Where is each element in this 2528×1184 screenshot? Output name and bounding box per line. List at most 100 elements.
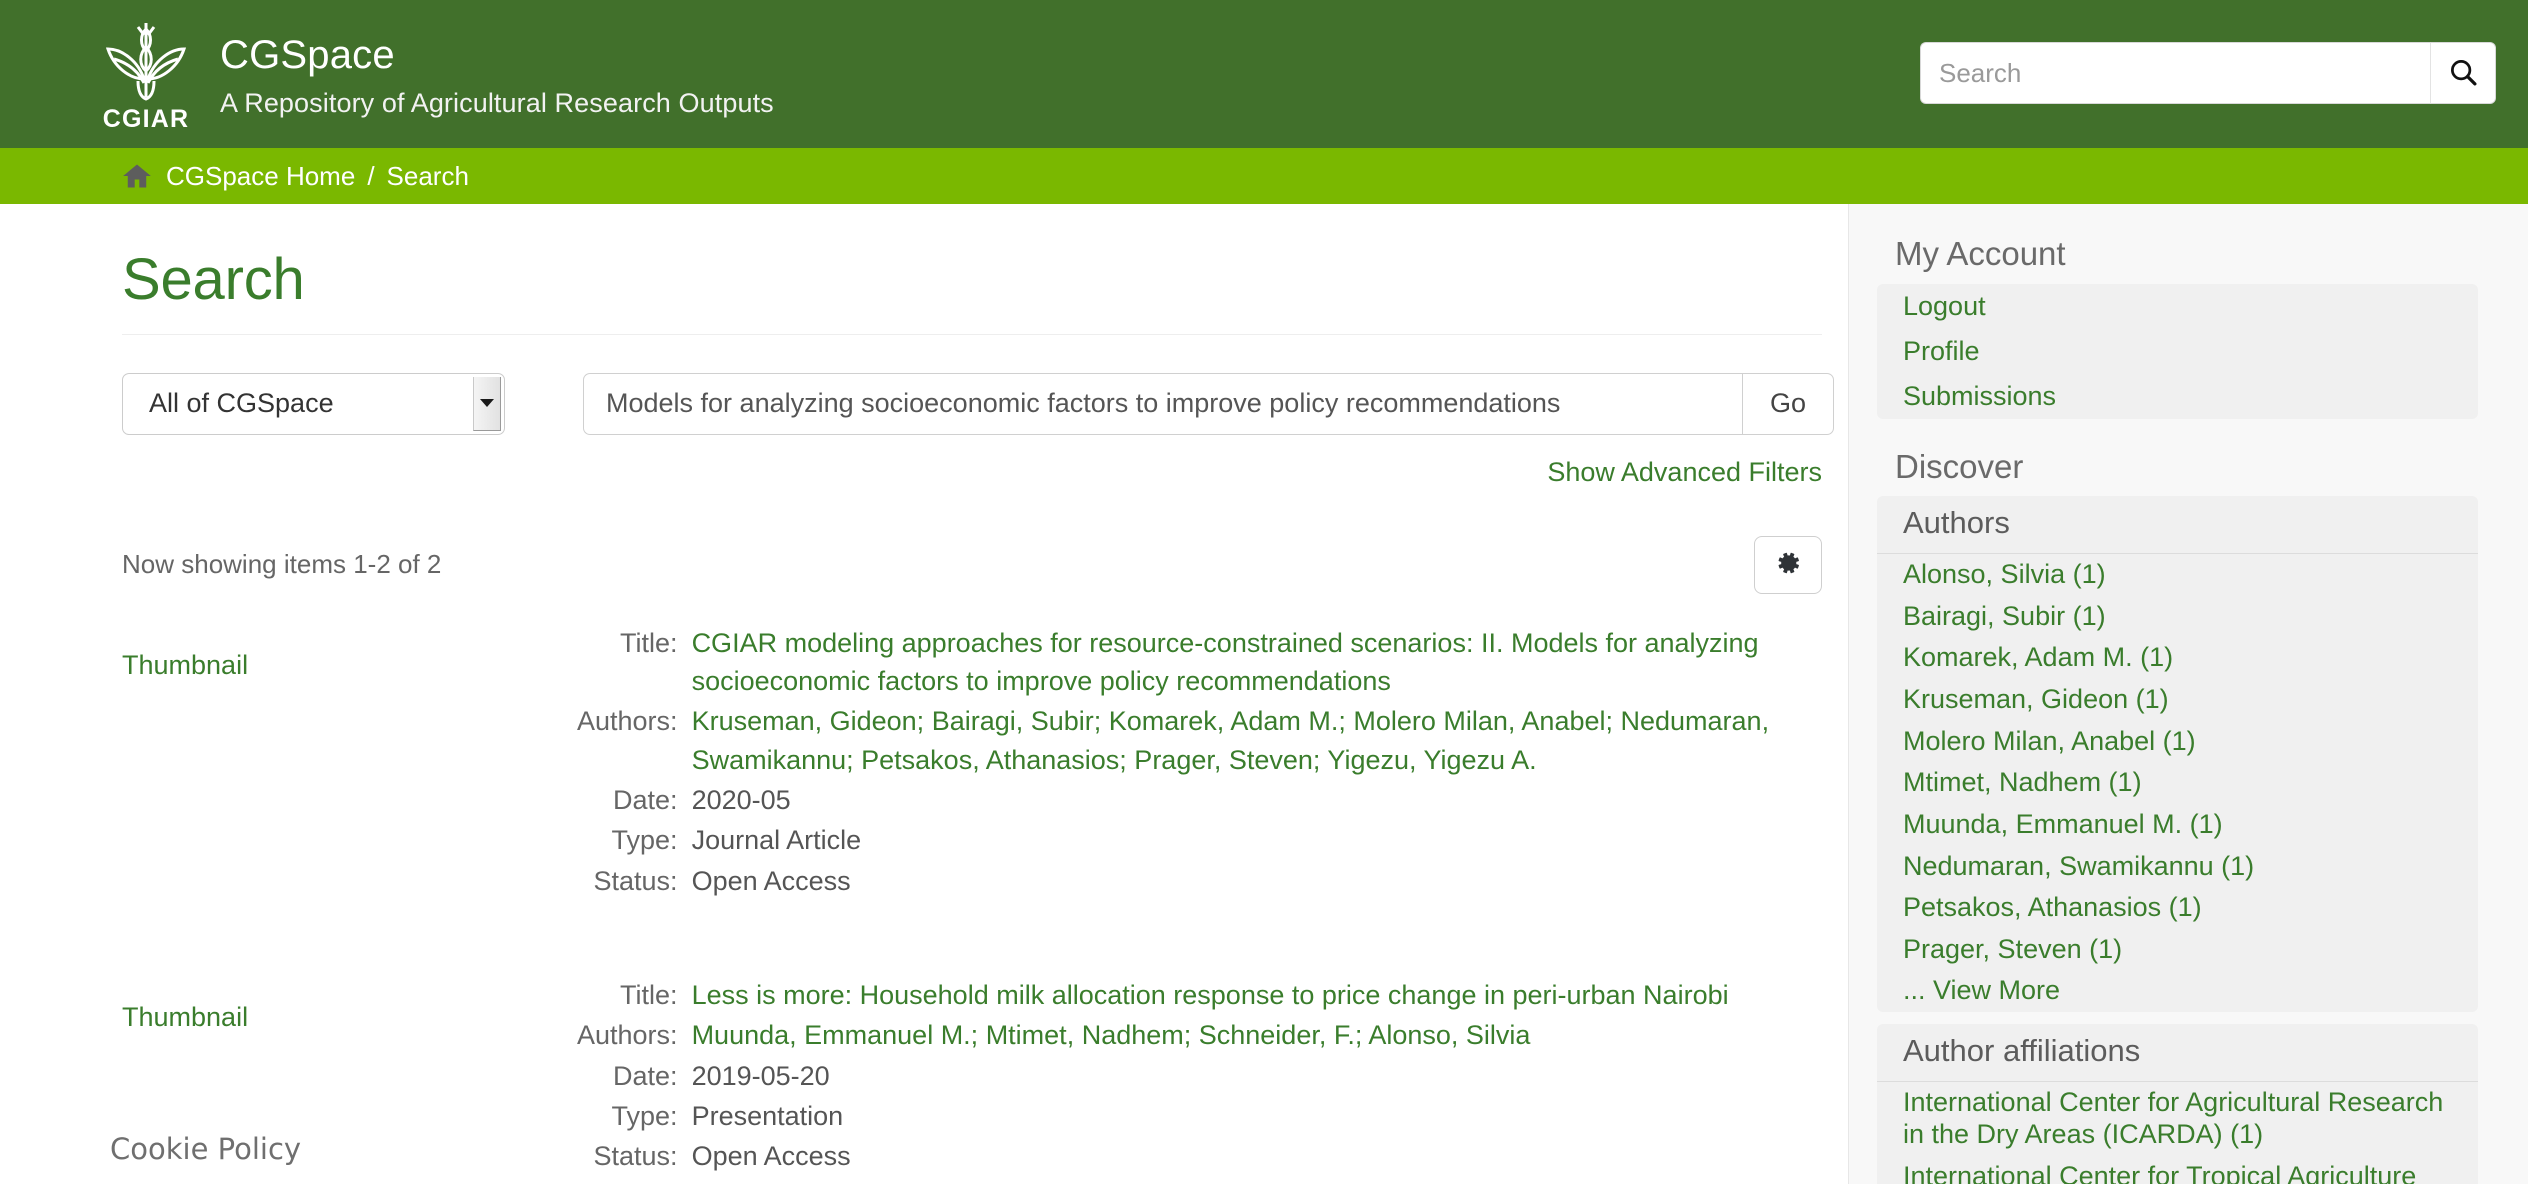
site-header: CGIAR CGSpace A Repository of Agricultur…	[0, 0, 2528, 148]
facet-link-author[interactable]: Molero Milan, Anabel (1)	[1877, 721, 2478, 763]
site-tagline: A Repository of Agricultural Research Ou…	[220, 88, 774, 119]
facet-link-author[interactable]: Nedumaran, Swamikannu (1)	[1877, 846, 2478, 888]
my-account-heading: My Account	[1895, 235, 2066, 272]
facet-item: Alonso, Silvia (1)	[1877, 554, 2478, 596]
results-count-text: Now showing items 1-2 of 2	[122, 549, 442, 580]
cgiar-logo-icon: CGIAR	[90, 16, 202, 132]
metadata-row-authors: Authors: Muunda, Emmanuel M.; Mtimet, Na…	[577, 1016, 1729, 1056]
chevron-down-icon	[473, 376, 501, 431]
facet-item: International Center for Agricultural Re…	[1877, 1082, 2478, 1156]
result-title-link[interactable]: CGIAR modeling approaches for resource-c…	[692, 628, 1759, 696]
sidebar-item-profile[interactable]: Profile	[1877, 329, 2478, 374]
search-scope-value: All of CGSpace	[149, 388, 334, 419]
metadata-value-authors: Kruseman, Gideon; Bairagi, Subir; Komare…	[691, 706, 1770, 775]
header-search-form	[1920, 42, 2496, 104]
metadata-row-type: Type: Journal Article	[577, 821, 1848, 861]
facet-link-author[interactable]: Kruseman, Gideon (1)	[1877, 679, 2478, 721]
facet-item: Mtimet, Nadhem (1)	[1877, 762, 2478, 804]
title-divider	[122, 333, 1822, 335]
sidebar: My Account Logout Profile Submissions Di…	[1848, 204, 2528, 1184]
results-settings-button[interactable]	[1754, 535, 1822, 594]
cookie-policy-label[interactable]: Cookie Policy	[110, 1132, 301, 1166]
metadata-row-date: Date: 2019-05-20	[577, 1057, 1729, 1097]
facet-link-author[interactable]: Muunda, Emmanuel M. (1)	[1877, 804, 2478, 846]
search-scope-select[interactable]: All of CGSpace	[122, 372, 505, 435]
facet-item: International Center for Tropical Agricu…	[1877, 1156, 2478, 1184]
result-thumbnail-link[interactable]: Thumbnail	[122, 624, 577, 902]
metadata-value-type: Presentation	[691, 1101, 844, 1132]
metadata-value-authors: Muunda, Emmanuel M.; Mtimet, Nadhem; Sch…	[691, 1020, 1531, 1051]
breadcrumb-home-link[interactable]: CGSpace Home	[166, 161, 355, 192]
facet-link-author[interactable]: Alonso, Silvia (1)	[1877, 554, 2478, 596]
sidebar-item-logout[interactable]: Logout	[1877, 284, 2478, 329]
cgiar-wordmark: CGIAR	[102, 105, 190, 133]
brand[interactable]: CGIAR CGSpace A Repository of Agricultur…	[90, 16, 774, 132]
metadata-value-title: Less is more: Household milk allocation …	[692, 976, 1729, 1016]
facet-item: Petsakos, Athanasios (1)	[1877, 887, 2478, 929]
search-query-input[interactable]	[583, 372, 1742, 435]
site-title: CGSpace	[220, 33, 395, 78]
metadata-value-title: CGIAR modeling approaches for resource-c…	[692, 624, 1848, 703]
search-form: All of CGSpace Go	[122, 372, 1848, 435]
metadata-label-authors: Authors:	[577, 706, 678, 737]
facet-authors: Authors Alonso, Silvia (1) Bairagi, Subi…	[1877, 496, 2478, 1013]
metadata-label-title: Title:	[620, 980, 678, 1011]
facet-link-affiliation[interactable]: International Center for Tropical Agricu…	[1877, 1156, 2478, 1184]
metadata-label-status: Status:	[593, 865, 678, 896]
facet-item: Muunda, Emmanuel M. (1)	[1877, 804, 2478, 846]
breadcrumb-separator: /	[367, 160, 375, 191]
search-result-item: Thumbnail Title: CGIAR modeling approach…	[122, 624, 1848, 902]
metadata-row-authors: Authors: Kruseman, Gideon; Bairagi, Subi…	[577, 702, 1848, 781]
facet-link-affiliation[interactable]: International Center for Agricultural Re…	[1877, 1082, 2478, 1156]
advanced-filters-row: Show Advanced Filters	[122, 457, 1822, 488]
search-go-button[interactable]: Go	[1742, 372, 1834, 435]
facet-link-author[interactable]: Komarek, Adam M. (1)	[1877, 637, 2478, 679]
metadata-label-title: Title:	[620, 627, 678, 658]
main-content: Search All of CGSpace Go Show Advanced F…	[0, 204, 1848, 1184]
facet-link-author[interactable]: Petsakos, Athanasios (1)	[1877, 887, 2478, 929]
facet-link-author[interactable]: Bairagi, Subir (1)	[1877, 596, 2478, 638]
metadata-label-date: Date:	[613, 785, 678, 816]
breadcrumb-current: Search	[386, 160, 469, 191]
facet-item: Nedumaran, Swamikannu (1)	[1877, 846, 2478, 888]
search-result-item: Thumbnail Title: Less is more: Household…	[122, 976, 1848, 1178]
result-metadata: Title: Less is more: Household milk allo…	[577, 976, 1729, 1178]
metadata-label-type: Type:	[611, 1101, 678, 1132]
metadata-value-status: Open Access	[691, 865, 851, 896]
results-header: Now showing items 1-2 of 2	[122, 535, 1822, 594]
gear-icon	[1773, 548, 1803, 581]
breadcrumb: CGSpace Home / Search	[0, 148, 2528, 204]
facet-item: Prager, Steven (1)	[1877, 929, 2478, 971]
metadata-row-date: Date: 2020-05	[577, 781, 1848, 821]
facet-view-more-link[interactable]: ... View More	[1877, 970, 2478, 1012]
metadata-label-date: Date:	[613, 1060, 678, 1091]
metadata-row-title: Title: Less is more: Household milk allo…	[577, 976, 1729, 1016]
show-advanced-filters-link[interactable]: Show Advanced Filters	[1547, 457, 1822, 487]
facet-list-affiliations: International Center for Agricultural Re…	[1877, 1082, 2478, 1184]
result-title-link[interactable]: Less is more: Household milk allocation …	[692, 980, 1729, 1010]
metadata-label-authors: Authors:	[577, 1020, 678, 1051]
metadata-value-date: 2020-05	[691, 785, 791, 816]
facet-item: Molero Milan, Anabel (1)	[1877, 721, 2478, 763]
search-query-group: Go	[583, 372, 1834, 435]
facet-link-author[interactable]: Prager, Steven (1)	[1877, 929, 2478, 971]
sidebar-item-submissions[interactable]: Submissions	[1877, 374, 2478, 419]
metadata-label-type: Type:	[611, 825, 678, 856]
page-title: Search	[122, 247, 305, 312]
facet-link-author[interactable]: Mtimet, Nadhem (1)	[1877, 762, 2478, 804]
facet-list-authors: Alonso, Silvia (1) Bairagi, Subir (1) Ko…	[1877, 554, 2478, 1012]
facet-author-affiliations: Author affiliations International Center…	[1877, 1024, 2478, 1184]
metadata-row-status: Status: Open Access	[577, 1137, 1729, 1177]
header-search-button[interactable]	[2430, 42, 2496, 104]
facet-item: ... View More	[1877, 970, 2478, 1012]
facet-item: Komarek, Adam M. (1)	[1877, 637, 2478, 679]
search-icon	[2448, 57, 2478, 90]
facet-title-affiliations: Author affiliations	[1877, 1024, 2478, 1082]
header-search-input[interactable]	[1920, 42, 2430, 104]
home-icon	[122, 163, 152, 189]
metadata-value-date: 2019-05-20	[691, 1060, 830, 1091]
my-account-panel: Logout Profile Submissions	[1877, 283, 2478, 419]
facet-item: Kruseman, Gideon (1)	[1877, 679, 2478, 721]
metadata-row-status: Status: Open Access	[577, 862, 1848, 902]
discover-heading: Discover	[1895, 447, 2024, 485]
